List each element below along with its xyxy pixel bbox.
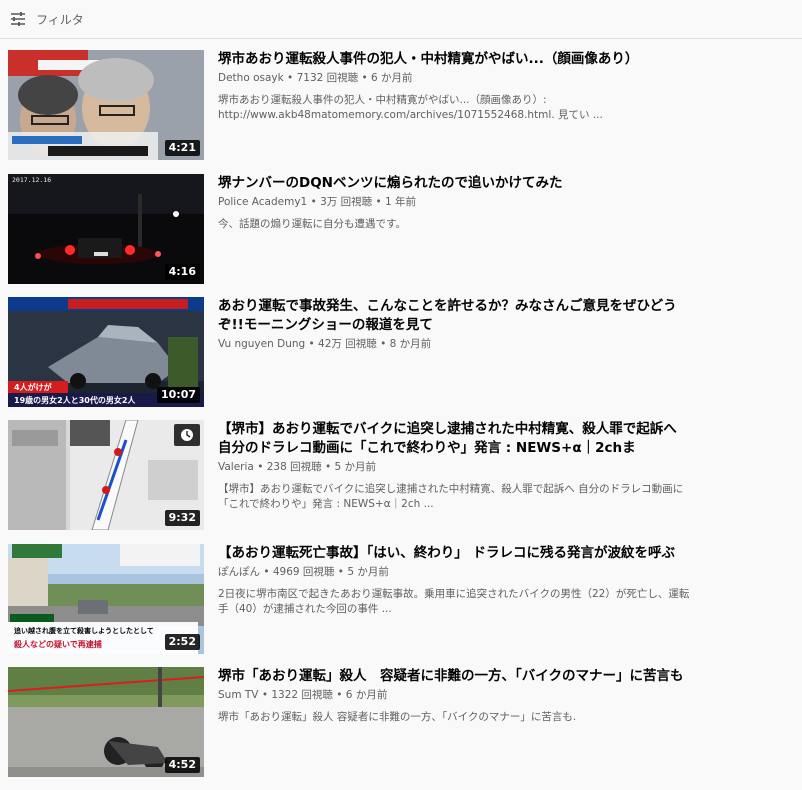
video-thumbnail[interactable]: 4:52: [8, 667, 204, 777]
video-description: 【堺市】あおり運転でバイクに追突し逮捕された中村精寛、殺人罪で起訴へ 自分のドラ…: [218, 483, 684, 510]
video-result[interactable]: 追い越され腹を立て殺害しようとしたとして 殺人などの疑いで再逮捕 2:52 【あ…: [8, 544, 798, 656]
video-title[interactable]: 堺市「あおり運転」殺人 容疑者に非難の一方、「バイクのマナー」に苦言も: [218, 667, 693, 686]
video-meta: ぽんぽん • 4969 回視聴 • 5 か月前: [218, 565, 693, 579]
video-description: 堺市あおり運転殺人事件の犯人・中村精寛がやばい...（顔画像あり）: http:…: [218, 94, 603, 121]
filter-label[interactable]: フィルタ: [36, 11, 84, 28]
video-duration: 9:32: [164, 510, 200, 526]
video-meta: Vu nguyen Dung • 42万 回視聴 • 8 か月前: [218, 337, 693, 351]
video-result[interactable]: 9:32 【堺市】あおり運転でバイクに追突し逮捕された中村精寛、殺人罪で起訴へ …: [8, 420, 798, 532]
video-info: 【堺市】あおり運転でバイクに追突し逮捕された中村精寛、殺人罪で起訴へ 自分のドラ…: [218, 420, 693, 512]
clock-icon: [181, 429, 193, 441]
thumbnail-caption: 4人がけが: [14, 383, 52, 392]
video-meta: Police Academy1 • 3万 回視聴 • 1 年前: [218, 195, 693, 209]
view-count: 42万 回視聴: [318, 338, 377, 350]
channel-name[interactable]: Sum TV: [218, 689, 258, 701]
upload-age: 8 か月前: [389, 338, 432, 350]
video-meta: Detho osayk • 7132 回視聴 • 6 か月前: [218, 71, 693, 85]
view-count: 3万 回視聴: [320, 196, 373, 208]
video-thumbnail[interactable]: 2017.12.16 4:16: [8, 174, 204, 284]
video-result[interactable]: 4:21 堺市あおり運転殺人事件の犯人・中村精寛がやばい...（顔画像あり） D…: [8, 50, 798, 162]
video-thumbnail[interactable]: 4人がけが 19歳の男女2人と30代の男女2人 10:07: [8, 297, 204, 407]
view-count: 7132 回視聴: [296, 72, 359, 84]
video-title[interactable]: あおり運転で事故発生、こんなことを許せるか？みなさんご意見をぜひどうぞ!!モーニ…: [218, 297, 693, 335]
view-count: 1322 回視聴: [271, 689, 333, 701]
meta-separator: •: [287, 72, 297, 84]
video-duration: 4:52: [164, 757, 200, 773]
video-description: 2日夜に堺市南区で起きたあおり運転事故。乗用車に追突されたバイクの男性（22）が…: [218, 588, 690, 615]
meta-separator: •: [324, 461, 335, 473]
video-title[interactable]: 【堺市】あおり運転でバイクに追突し逮捕された中村精寛、殺人罪で起訴へ 自分のドラ…: [218, 420, 693, 458]
meta-separator: •: [361, 72, 372, 84]
video-duration: 10:07: [156, 387, 200, 403]
video-result[interactable]: 4:52 堺市「あおり運転」殺人 容疑者に非難の一方、「バイクのマナー」に苦言も…: [8, 667, 798, 779]
meta-separator: •: [261, 689, 272, 701]
channel-name[interactable]: Vu nguyen Dung: [218, 338, 305, 350]
video-duration: 4:21: [164, 140, 200, 156]
video-result[interactable]: 2017.12.16 4:16 堺ナンバーのDQNベンツに煽られたので追いかけて…: [8, 174, 798, 286]
video-info: 堺市あおり運転殺人事件の犯人・中村精寛がやばい...（顔画像あり） Detho …: [218, 50, 693, 123]
meta-separator: •: [337, 566, 348, 578]
thumbnail-caption: 追い越され腹を立て殺害しようとしたとして: [14, 627, 154, 635]
video-thumbnail[interactable]: 追い越され腹を立て殺害しようとしたとして 殺人などの疑いで再逮捕 2:52: [8, 544, 204, 654]
upload-age: 6 か月前: [345, 689, 388, 701]
meta-separator: •: [336, 689, 346, 701]
upload-age: 1 年前: [385, 196, 417, 208]
upload-age: 5 か月前: [347, 566, 389, 578]
view-count: 4969 回視聴: [272, 566, 335, 578]
thumbnail-date: 2017.12.16: [12, 176, 52, 184]
video-meta: Valeria • 238 回視聴 • 5 か月前: [218, 460, 693, 474]
thumbnail-caption: 殺人などの疑いで再逮捕: [14, 640, 102, 649]
filter-sliders-icon[interactable]: [10, 11, 26, 27]
channel-name[interactable]: Detho osayk: [218, 72, 284, 84]
video-thumbnail[interactable]: 9:32: [8, 420, 204, 530]
meta-separator: •: [263, 566, 273, 578]
channel-name[interactable]: Police Academy1: [218, 196, 307, 208]
video-info: 堺ナンバーのDQNベンツに煽られたので追いかけてみた Police Academ…: [218, 174, 693, 232]
video-thumbnail[interactable]: 4:21: [8, 50, 204, 160]
video-description: 今、話題の煽り運転に自分も遭遇です。: [218, 218, 406, 230]
meta-separator: •: [310, 196, 321, 208]
video-meta: Sum TV • 1322 回視聴 • 6 か月前: [218, 688, 693, 702]
upload-age: 6 か月前: [371, 72, 413, 84]
meta-separator: •: [308, 338, 319, 350]
meta-separator: •: [257, 461, 267, 473]
video-info: あおり運転で事故発生、こんなことを許せるか？みなさんご意見をぜひどうぞ!!モーニ…: [218, 297, 693, 359]
video-duration: 2:52: [164, 634, 200, 650]
video-title[interactable]: 堺ナンバーのDQNベンツに煽られたので追いかけてみた: [218, 174, 693, 193]
watch-later-button[interactable]: [174, 424, 200, 446]
meta-separator: •: [375, 196, 386, 208]
view-count: 238 回視聴: [266, 461, 322, 473]
upload-age: 5 か月前: [334, 461, 377, 473]
meta-separator: •: [380, 338, 390, 350]
channel-name[interactable]: Valeria: [218, 461, 254, 473]
video-description: 堺市「あおり運転」殺人 容疑者に非難の一方、「バイクのマナー」に苦言も.: [218, 711, 577, 723]
filter-bar[interactable]: フィルタ: [0, 0, 802, 39]
video-info: 【あおり運転死亡事故】「はい、終わり」 ドラレコに残る発言が波紋を呼ぶ ぽんぽん…: [218, 544, 693, 617]
video-info: 堺市「あおり運転」殺人 容疑者に非難の一方、「バイクのマナー」に苦言も Sum …: [218, 667, 693, 725]
video-title[interactable]: 堺市あおり運転殺人事件の犯人・中村精寛がやばい...（顔画像あり）: [218, 50, 693, 69]
thumbnail-caption: 19歳の男女2人と30代の男女2人: [14, 396, 136, 405]
video-duration: 4:16: [164, 264, 200, 280]
video-title[interactable]: 【あおり運転死亡事故】「はい、終わり」 ドラレコに残る発言が波紋を呼ぶ: [218, 544, 693, 563]
channel-name[interactable]: ぽんぽん: [218, 566, 260, 578]
video-result[interactable]: 4人がけが 19歳の男女2人と30代の男女2人 10:07 あおり運転で事故発生…: [8, 297, 798, 409]
